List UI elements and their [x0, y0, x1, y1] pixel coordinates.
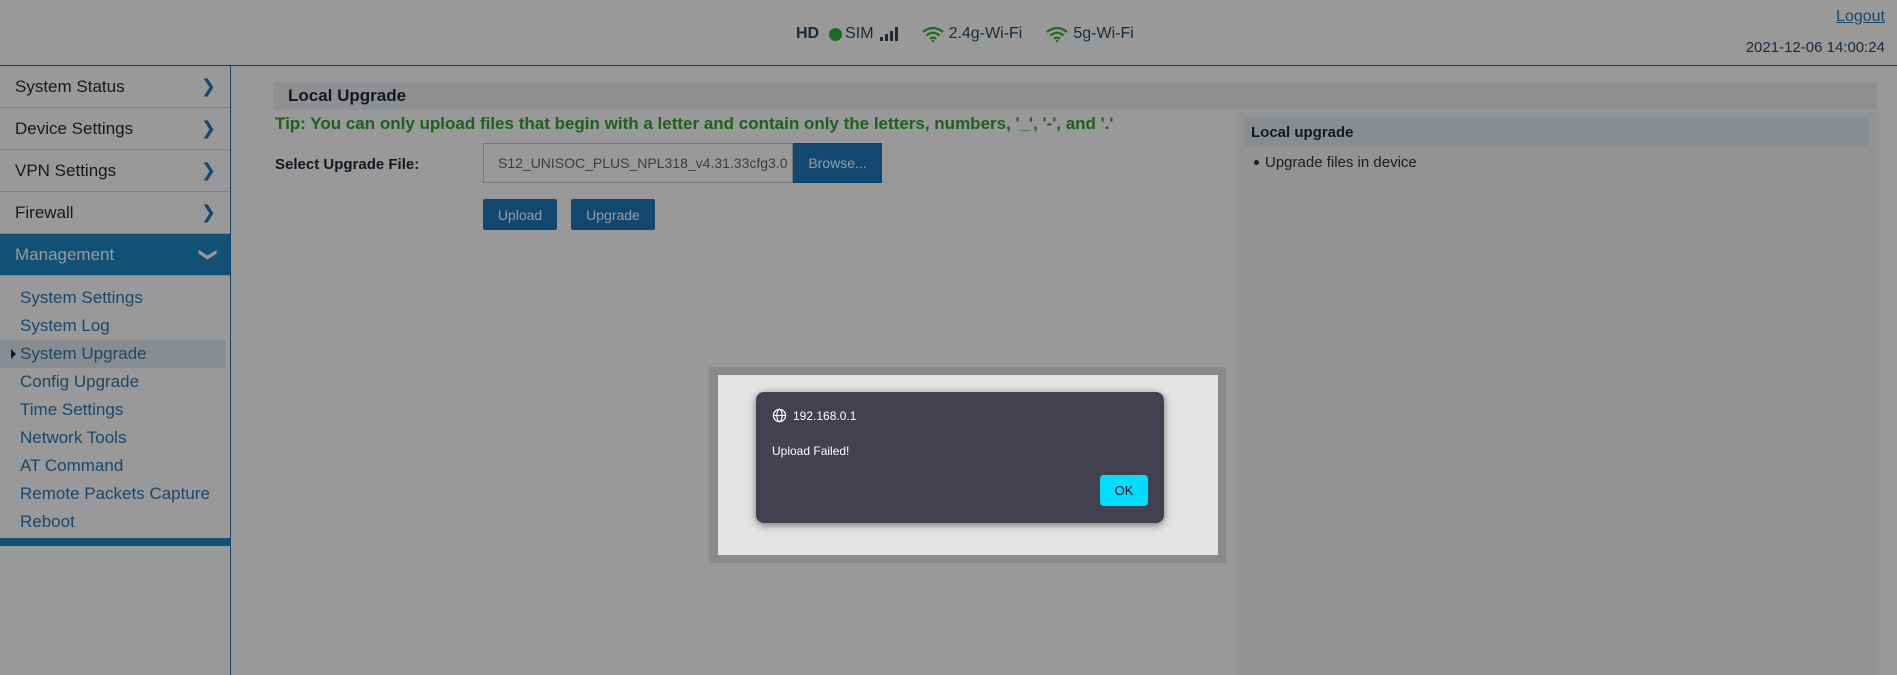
ok-button[interactable]: OK — [1100, 475, 1148, 506]
globe-icon — [772, 408, 787, 423]
dialog-origin: 192.168.0.1 — [772, 408, 856, 423]
dialog-message: Upload Failed! — [772, 444, 850, 458]
modal-overlay — [0, 0, 1897, 675]
alert-dialog: 192.168.0.1 Upload Failed! OK — [756, 392, 1164, 523]
dialog-origin-text: 192.168.0.1 — [793, 408, 857, 423]
